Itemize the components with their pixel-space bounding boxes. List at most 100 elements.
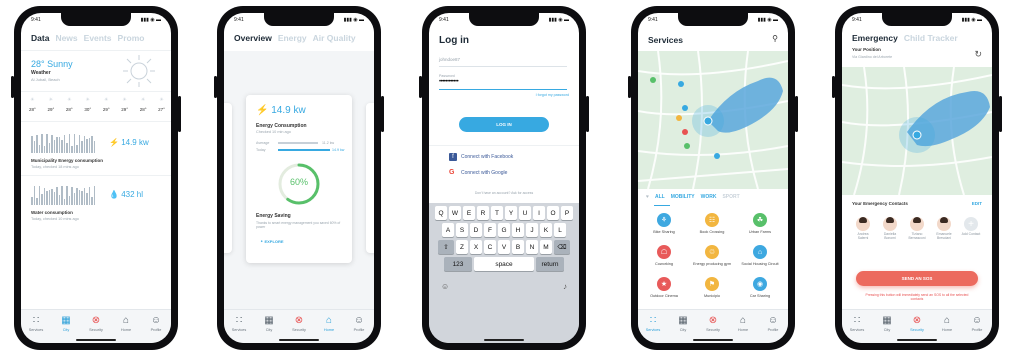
username-field[interactable]: johndoe87 bbox=[439, 57, 460, 62]
contact-item[interactable]: Andrea Salerni bbox=[852, 217, 874, 240]
key-l[interactable]: L bbox=[554, 223, 566, 237]
key-a[interactable]: A bbox=[442, 223, 454, 237]
key-m[interactable]: M bbox=[540, 240, 552, 254]
service-item[interactable]: ⚑ Municipio bbox=[690, 277, 734, 298]
next-card[interactable] bbox=[366, 103, 374, 253]
space-key[interactable]: space bbox=[474, 257, 534, 271]
facebook-button[interactable]: f Connect with Facebook bbox=[449, 153, 513, 161]
key-q[interactable]: Q bbox=[435, 206, 447, 220]
key-i[interactable]: I bbox=[533, 206, 545, 220]
google-button[interactable]: G Connect with Google bbox=[449, 169, 507, 176]
key-k[interactable]: K bbox=[540, 223, 552, 237]
key-h[interactable]: H bbox=[512, 223, 524, 237]
key-x[interactable]: X bbox=[470, 240, 482, 254]
tab-events[interactable]: Events bbox=[84, 33, 112, 43]
key-o[interactable]: O bbox=[547, 206, 559, 220]
key-j[interactable]: J bbox=[526, 223, 538, 237]
nav-profile[interactable]: ☺ Profile bbox=[144, 315, 168, 343]
key-y[interactable]: Y bbox=[505, 206, 517, 220]
backspace-key[interactable]: ⌫ bbox=[554, 240, 570, 254]
key-w[interactable]: W bbox=[449, 206, 461, 220]
chart-bar bbox=[73, 192, 75, 205]
service-label: Book Crossing bbox=[699, 230, 725, 234]
saving-text: Thanks to smart energy management you sa… bbox=[256, 221, 341, 230]
chart-bar bbox=[63, 198, 65, 205]
nav-city[interactable]: ▦ City bbox=[54, 315, 78, 343]
filter-work[interactable]: WORK bbox=[701, 194, 717, 200]
no-account-text[interactable]: Don't have an account? Ask for access bbox=[429, 191, 579, 195]
service-item[interactable]: ♲ Energy producing gym bbox=[690, 245, 734, 266]
tab-child-tracker[interactable]: Child Tracker bbox=[904, 33, 958, 43]
service-item[interactable]: ☷ Book Crossing bbox=[690, 213, 734, 234]
nav-profile[interactable]: ☺ Profile bbox=[965, 315, 989, 343]
numbers-key[interactable]: 123 bbox=[444, 257, 472, 271]
nav-services[interactable]: ∷ Services bbox=[845, 315, 869, 343]
key-n[interactable]: N bbox=[526, 240, 538, 254]
tab-news[interactable]: News bbox=[55, 33, 77, 43]
return-key[interactable]: return bbox=[536, 257, 564, 271]
key-b[interactable]: B bbox=[512, 240, 524, 254]
nav-city[interactable]: ▦ City bbox=[257, 315, 281, 343]
key-p[interactable]: P bbox=[561, 206, 573, 220]
filter-mobility[interactable]: MOBILITY bbox=[671, 194, 695, 200]
key-u[interactable]: U bbox=[519, 206, 531, 220]
nav-profile[interactable]: ☺ Profile bbox=[347, 315, 371, 343]
contact-item[interactable]: Tiziano Bernasconi bbox=[906, 217, 928, 240]
key-z[interactable]: Z bbox=[456, 240, 468, 254]
service-item[interactable]: ★ Outdoor Cinema bbox=[642, 277, 686, 298]
password-field[interactable]: •••••••••••• bbox=[439, 79, 459, 85]
service-item[interactable]: ☖ Coworking bbox=[642, 245, 686, 266]
tab-energy[interactable]: Energy bbox=[278, 33, 307, 43]
key-s[interactable]: S bbox=[456, 223, 468, 237]
key-d[interactable]: D bbox=[470, 223, 482, 237]
service-item[interactable]: ⌂ Social Housing Circuit bbox=[738, 245, 782, 266]
services-map[interactable] bbox=[638, 51, 788, 189]
tab-promo[interactable]: Promo bbox=[118, 33, 145, 43]
nav-city[interactable]: ▦ City bbox=[671, 315, 695, 343]
nav-services[interactable]: ∷ Services bbox=[24, 315, 48, 343]
favorite-icon[interactable]: ♥ bbox=[646, 194, 649, 200]
filter-sport[interactable]: SPORT bbox=[722, 194, 739, 200]
nav-label: City bbox=[265, 328, 273, 332]
position-map[interactable] bbox=[842, 67, 992, 195]
explore-link[interactable]: ⚬ EXPLORE bbox=[260, 239, 284, 244]
nav-home[interactable]: ⌂ Home bbox=[114, 315, 138, 343]
nav-city[interactable]: ▦ City bbox=[875, 315, 899, 343]
nav-label: Profile bbox=[150, 328, 162, 332]
nav-services[interactable]: ∷ Services bbox=[227, 315, 251, 343]
key-r[interactable]: R bbox=[477, 206, 489, 220]
refresh-icon[interactable]: ↻ bbox=[974, 49, 982, 60]
key-c[interactable]: C bbox=[484, 240, 496, 254]
service-item[interactable]: ⚘ Bike Sharing bbox=[642, 213, 686, 234]
key-g[interactable]: G bbox=[498, 223, 510, 237]
filter-all[interactable]: ALL bbox=[655, 194, 665, 200]
nav-services[interactable]: ∷ Services bbox=[641, 315, 665, 343]
add-contact-button[interactable]: + Add Contact bbox=[960, 217, 982, 237]
emoji-icon[interactable]: ☺ bbox=[441, 282, 449, 291]
tab-overview[interactable]: Overview bbox=[234, 33, 272, 43]
nav-profile[interactable]: ☺ Profile bbox=[761, 315, 785, 343]
key-f[interactable]: F bbox=[484, 223, 496, 237]
tab-emergency[interactable]: Emergency bbox=[852, 33, 898, 43]
contact-name: Add Contact bbox=[961, 232, 981, 236]
nav-home[interactable]: ⌂ Home bbox=[731, 315, 755, 343]
nav-home[interactable]: ⌂ Home bbox=[935, 315, 959, 343]
shift-key[interactable]: ⇧ bbox=[438, 240, 454, 254]
tab-air-quality[interactable]: Air Quality bbox=[313, 33, 356, 43]
key-t[interactable]: T bbox=[491, 206, 503, 220]
edit-contacts-button[interactable]: EDIT bbox=[972, 201, 982, 206]
nav-home[interactable]: ⌂ Home bbox=[317, 315, 341, 343]
microphone-icon[interactable]: ♪ bbox=[563, 282, 567, 291]
tab-data[interactable]: Data bbox=[31, 33, 49, 43]
send-sos-button[interactable]: SEND AN SOS bbox=[856, 271, 978, 286]
service-item[interactable]: ☘ Urban Farms bbox=[738, 213, 782, 234]
search-icon[interactable]: ⚲ bbox=[772, 34, 778, 43]
key-e[interactable]: E bbox=[463, 206, 475, 220]
login-button[interactable]: LOG IN bbox=[459, 117, 549, 132]
prev-card[interactable] bbox=[224, 103, 232, 253]
key-v[interactable]: V bbox=[498, 240, 510, 254]
forgot-password-link[interactable]: I forgot my password bbox=[536, 93, 569, 97]
contact-item[interactable]: Emanuele Bresciani bbox=[933, 217, 955, 240]
service-item[interactable]: ◉ Car Sharing bbox=[738, 277, 782, 298]
contact-item[interactable]: Daniella Bonomi bbox=[879, 217, 901, 240]
